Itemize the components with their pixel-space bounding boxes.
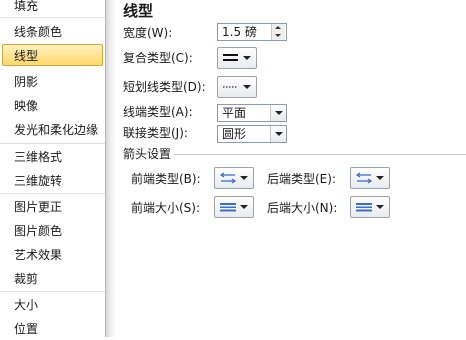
arrow-type-icon <box>355 172 373 184</box>
sidebar-item-size[interactable]: 大小 <box>2 293 103 315</box>
sidebar-item-picture-color[interactable]: 图片颜色 <box>2 219 103 241</box>
cap-type-select[interactable]: 平面 <box>217 104 287 122</box>
compound-type-button[interactable] <box>217 47 257 69</box>
join-type-label: 联接类型(J): <box>123 126 188 140</box>
arrow-type-icon <box>219 172 237 184</box>
sidebar-item-3d-rotation[interactable]: 三维旋转 <box>2 169 103 191</box>
end-type-button[interactable] <box>350 167 390 189</box>
sidebar-shadow <box>106 0 116 337</box>
end-size-label: 后端大小(N): <box>267 201 338 215</box>
sidebar-item-artistic-effects[interactable]: 艺术效果 <box>2 243 103 265</box>
sidebar-item-glow-soft-edges[interactable]: 发光和柔化边缘 <box>2 118 103 140</box>
chevron-down-icon <box>240 205 248 209</box>
chevron-down-icon <box>243 85 251 89</box>
sidebar-item-reflection[interactable]: 映像 <box>2 94 103 116</box>
width-value: 1.5 磅 <box>222 25 257 39</box>
spinner-arrows <box>271 24 286 40</box>
chevron-down-icon <box>376 205 384 209</box>
category-sidebar: 填充 线条颜色 线型 阴影 映像 发光和柔化边缘 三维格式 三维旋转 图片更正 … <box>0 0 106 337</box>
spinner-down-button[interactable] <box>272 32 285 40</box>
arrow-down-icon <box>275 34 281 37</box>
begin-type-button[interactable] <box>214 167 254 189</box>
compound-type-label: 复合类型(C): <box>123 51 193 65</box>
width-spinner[interactable]: 1.5 磅 <box>217 23 287 41</box>
sidebar-item-shadow[interactable]: 阴影 <box>2 70 103 92</box>
chevron-down-icon <box>275 132 283 136</box>
arrow-up-icon <box>275 26 281 29</box>
sidebar-item-fill[interactable]: 填充 <box>2 0 103 16</box>
cap-type-value: 平面 <box>222 106 247 120</box>
join-type-select[interactable]: 圆形 <box>217 125 287 143</box>
arrow-settings-divider <box>174 154 466 155</box>
dash-type-label: 短划线类型(D): <box>123 80 206 94</box>
sidebar-item-3d-format[interactable]: 三维格式 <box>2 145 103 167</box>
sidebar-separator <box>0 193 105 194</box>
width-label: 宽度(W): <box>123 26 173 40</box>
end-type-label: 后端类型(E): <box>267 172 336 186</box>
sidebar-item-position[interactable]: 位置 <box>2 317 103 339</box>
begin-size-label: 前端大小(S): <box>131 201 201 215</box>
dash-line-icon <box>223 86 238 88</box>
chevron-down-icon <box>240 176 248 180</box>
arrow-settings-heading: 箭头设置 <box>123 147 172 161</box>
begin-size-button[interactable] <box>214 196 254 218</box>
chevron-down-icon <box>275 111 283 115</box>
begin-type-label: 前端类型(B): <box>131 172 201 186</box>
sidebar-separator <box>0 291 105 292</box>
join-type-dropdown[interactable] <box>270 126 286 142</box>
dash-type-button[interactable] <box>217 76 257 98</box>
end-size-button[interactable] <box>350 196 390 218</box>
chevron-down-icon <box>376 176 384 180</box>
sidebar-item-crop[interactable]: 裁剪 <box>2 267 103 289</box>
sidebar-item-line-color[interactable]: 线条颜色 <box>2 20 103 42</box>
chevron-down-icon <box>243 56 251 60</box>
cap-type-label: 线端类型(A): <box>123 105 193 119</box>
section-title: 线型 <box>123 2 154 20</box>
sidebar-separator <box>0 143 105 144</box>
join-type-value: 圆形 <box>222 127 247 141</box>
sidebar-item-line-style[interactable]: 线型 <box>2 44 103 66</box>
sidebar-separator <box>0 17 105 18</box>
arrow-size-icon <box>220 203 236 212</box>
cap-type-dropdown[interactable] <box>270 105 286 121</box>
compound-lines-icon <box>223 54 238 61</box>
arrow-size-icon <box>356 203 372 212</box>
sidebar-item-picture-corrections[interactable]: 图片更正 <box>2 195 103 217</box>
